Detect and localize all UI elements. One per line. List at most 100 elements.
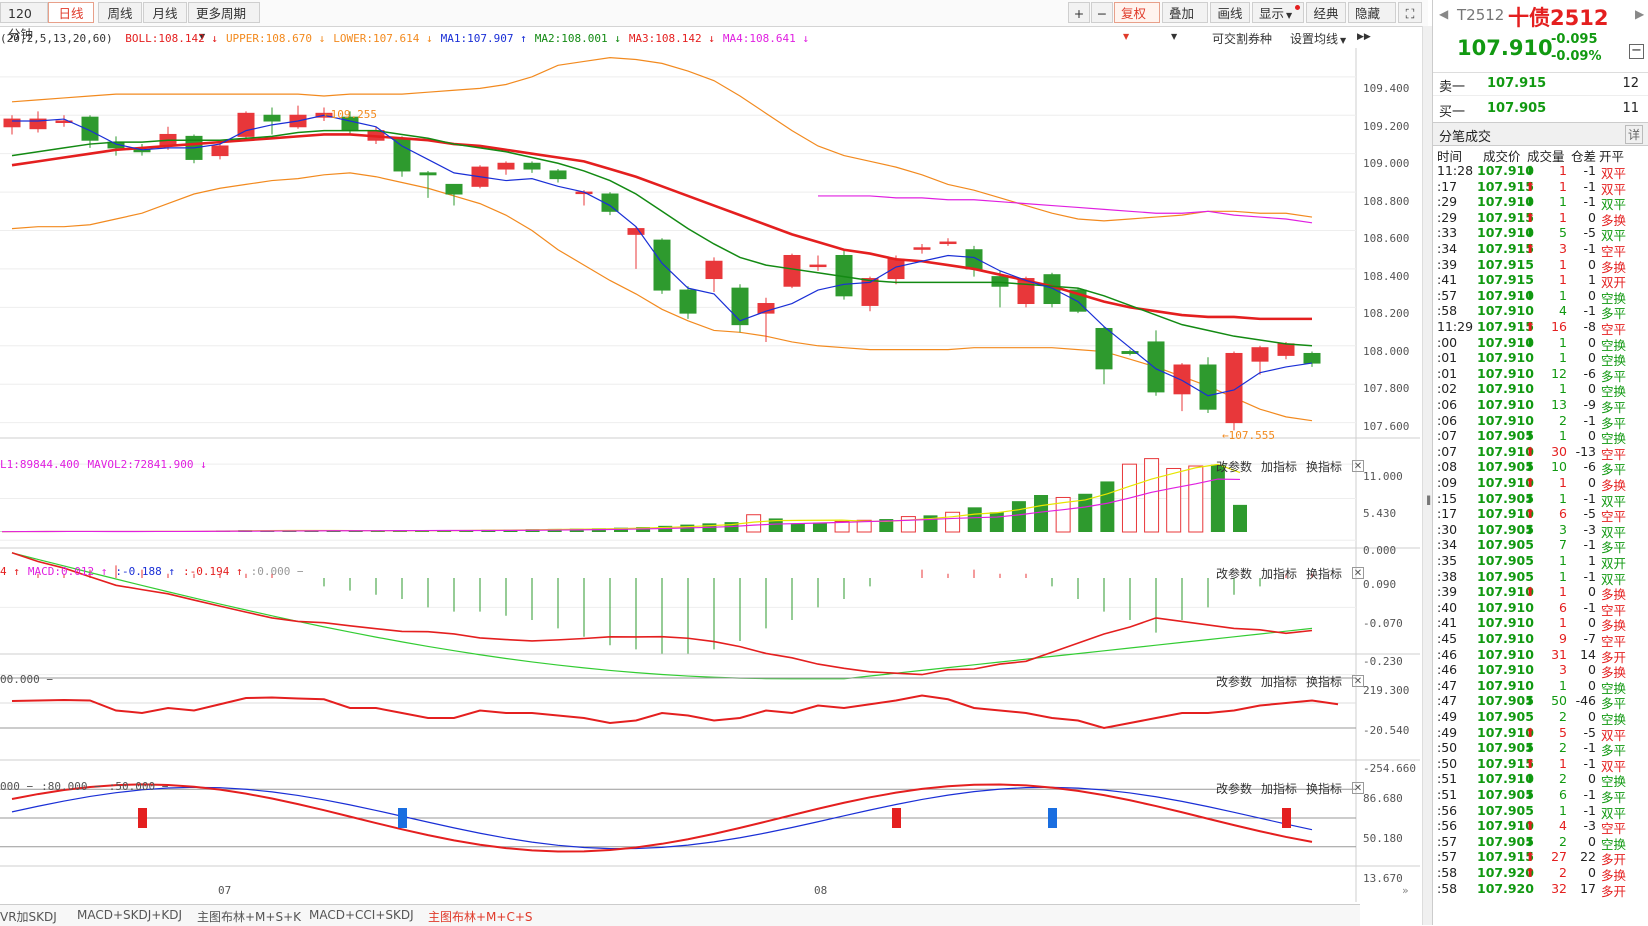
macd-y-label: -0.230 (1363, 655, 1403, 668)
vol-switch-indicator-button[interactable]: 换指标 (1306, 458, 1342, 475)
chevron-down-icon: ▼ (1340, 36, 1346, 45)
next-contract-icon[interactable]: ▶ (1635, 7, 1644, 21)
chevron-down-icon: ▼ (1286, 11, 1292, 20)
template-tab-vr-skdj[interactable]: VR加SKDJ (0, 908, 57, 925)
adjust-button[interactable]: 复权▼ (1114, 2, 1160, 23)
tick-volume: 7 (1545, 537, 1567, 552)
macd-switch-indicator-button[interactable]: 换指标 (1306, 565, 1342, 582)
template-tab-macd-cci-skdj[interactable]: MACD+CCI+SKDJ (309, 908, 414, 922)
candle-body (1304, 353, 1320, 363)
candle-body (940, 242, 956, 244)
collapse-quote-button[interactable]: − (1629, 44, 1644, 59)
cci-y-label: -254.660 (1363, 762, 1416, 775)
cci-switch-indicator-button[interactable]: 换指标 (1306, 673, 1342, 690)
overlay-button[interactable]: 叠加▼ (1162, 2, 1208, 23)
period-tab-day[interactable]: 日线 (48, 2, 94, 23)
tick-arrow-icon: ⬇ (1525, 771, 1535, 786)
template-tab-boll-mskd[interactable]: 主图布林+M+S+K (197, 908, 301, 925)
collapse-arrow-icon[interactable]: ▐ (1424, 496, 1430, 505)
kdj-legend: 000 −:80.000 −:50.000 − (0, 780, 176, 793)
adjust-label: 复权 (1121, 6, 1146, 21)
volume-bar (791, 523, 805, 532)
macd-change-params-button[interactable]: 改参数 (1216, 565, 1252, 582)
ask-price: 107.915 (1487, 76, 1546, 91)
tick-volume: 9 (1545, 631, 1567, 646)
template-tab-boll-mcs[interactable]: 主图布林+M+C+S (428, 908, 533, 925)
tick-volume: 4 (1545, 303, 1567, 318)
tick-time: :15 (1437, 491, 1457, 506)
tick-volume: 30 (1545, 444, 1567, 459)
vol-add-indicator-button[interactable]: 加指标 (1261, 458, 1297, 475)
tick-volume: 2 (1545, 865, 1567, 880)
candle-body (1148, 342, 1164, 392)
chart-canvas[interactable] (0, 48, 1420, 902)
display-button[interactable]: 显示▼ (1252, 2, 1304, 23)
tick-arrow-icon: ⬇ (1525, 693, 1535, 708)
classic-button[interactable]: 经典 (1306, 2, 1346, 23)
zoom-in-button[interactable]: + (1068, 2, 1090, 23)
kdj-signal-marker (1048, 808, 1057, 828)
hide-button[interactable]: 隐藏▶▶ (1348, 2, 1396, 23)
set-ma-button[interactable]: 设置均线▼ (1290, 30, 1346, 47)
period-tab-month[interactable]: 月线 (143, 2, 187, 23)
candle-body (1226, 353, 1242, 422)
main-legend-item: UPPER:108.670 ↓ (226, 32, 325, 45)
prev-contract-icon[interactable]: ◀ (1439, 7, 1448, 21)
deliverable-bonds-button[interactable]: 可交割券种 (1212, 30, 1272, 47)
tick-oi: -13 (1570, 444, 1596, 459)
kdj-change-params-button[interactable]: 改参数 (1216, 780, 1252, 797)
tick-volume: 3 (1545, 522, 1567, 537)
cci-add-indicator-button[interactable]: 加指标 (1261, 673, 1297, 690)
tick-volume: 1 (1545, 475, 1567, 490)
fullscreen-button[interactable]: ⛶ (1398, 2, 1422, 23)
overlay-label: 叠加 (1169, 6, 1194, 21)
kdj-switch-indicator-button[interactable]: 换指标 (1306, 780, 1342, 797)
tick-row: :56107.9051-1双平 (1437, 803, 1648, 819)
period-tab-week[interactable]: 周线 (98, 2, 142, 23)
tick-oi: -1 (1570, 303, 1596, 318)
main-legend-item: LOWER:107.614 ↓ (333, 32, 432, 45)
tick-row: :47107.905⬇50-46多平 (1437, 693, 1648, 709)
tick-row: :49107.910⬆5-5双平 (1437, 725, 1648, 741)
tick-oi: 0 (1570, 428, 1596, 443)
macd-legend-item: :-0.194 ↑ (183, 565, 243, 578)
draw-line-button[interactable]: 画线 (1210, 2, 1250, 23)
cci-legend-item: 00.000 − (0, 673, 53, 686)
tick-volume: 12 (1545, 366, 1567, 381)
tick-arrow-icon: ⬇ (1525, 834, 1535, 849)
macd-add-indicator-button[interactable]: 加指标 (1261, 565, 1297, 582)
bid-qty: 11 (1622, 101, 1639, 116)
period-tab-120min[interactable]: 120分钟 (0, 2, 48, 23)
scroll-right-icon[interactable]: » (1402, 884, 1409, 897)
tick-oi: 0 (1570, 678, 1596, 693)
tick-arrow-icon: ⬇ (1525, 740, 1535, 755)
template-tab-macd-skdj-kdj[interactable]: MACD+SKDJ+KDJ (77, 908, 182, 922)
tick-time: :47 (1437, 693, 1457, 708)
tick-time: :39 (1437, 257, 1457, 272)
tick-volume: 27 (1545, 849, 1567, 864)
tick-time: :57 (1437, 849, 1457, 864)
zoom-out-button[interactable]: − (1091, 2, 1113, 23)
tick-volume: 1 (1545, 569, 1567, 584)
tick-oi: -3 (1570, 818, 1596, 833)
ticks-list[interactable]: 11:28107.910⬇1-1双平:17107.915⬆1-1双平:29107… (1433, 163, 1648, 925)
display-label: 显示 (1259, 6, 1284, 21)
tick-oi: -1 (1570, 537, 1596, 552)
ticks-detail-button[interactable]: 详 (1625, 125, 1643, 144)
kdj-y-label: 50.180 (1363, 832, 1403, 845)
contract-code: T2512 (1457, 6, 1504, 24)
kdj-signal-marker (1282, 808, 1291, 828)
period-tab-more[interactable]: 更多周期▼ (188, 2, 260, 23)
tick-oi: -9 (1570, 397, 1596, 412)
vol-change-params-button[interactable]: 改参数 (1216, 458, 1252, 475)
kdj-add-indicator-button[interactable]: 加指标 (1261, 780, 1297, 797)
candle-body (524, 163, 540, 169)
tick-price: 107.920 (1477, 881, 1534, 896)
cci-change-params-button[interactable]: 改参数 (1216, 673, 1252, 690)
candle-body (628, 229, 644, 235)
tick-row: :58107.9104-1多平 (1437, 303, 1648, 319)
candle-body (1096, 328, 1112, 368)
tick-oi: -8 (1570, 319, 1596, 334)
tick-row: :01107.91012-6多平 (1437, 366, 1648, 382)
candle-body (394, 138, 410, 171)
